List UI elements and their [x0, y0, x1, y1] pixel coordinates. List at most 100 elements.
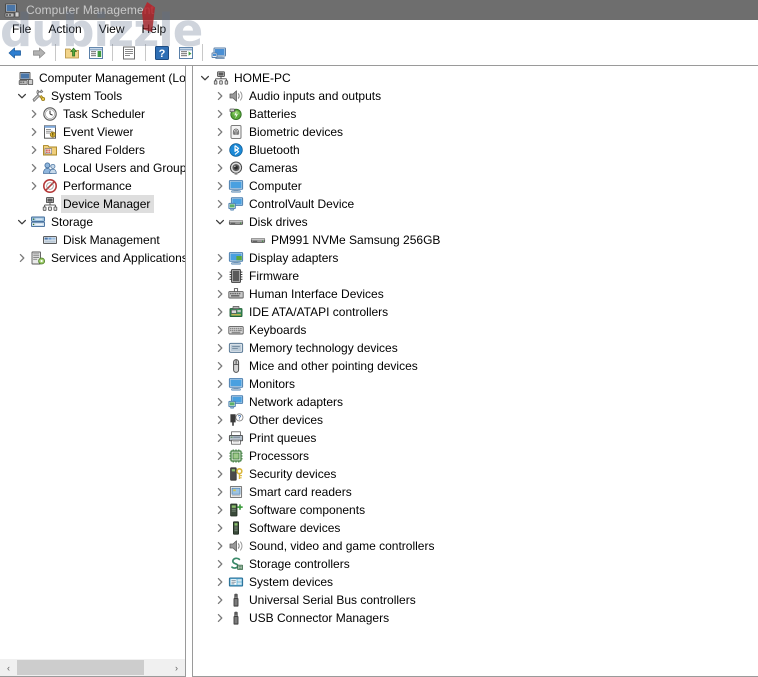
chevron-right-icon[interactable]: [212, 127, 228, 137]
chevron-down-icon[interactable]: [197, 73, 213, 83]
menu-help[interactable]: Help: [134, 21, 176, 39]
console-tree-item[interactable]: Device Manager: [0, 195, 185, 213]
chevron-right-icon[interactable]: [212, 469, 228, 479]
chevron-right-icon[interactable]: [212, 613, 228, 623]
device-tree-item[interactable]: Software components: [193, 501, 758, 519]
chevron-right-icon[interactable]: [212, 505, 228, 515]
chevron-right-icon[interactable]: [212, 523, 228, 533]
device-tree-item[interactable]: Print queues: [193, 429, 758, 447]
device-tree-item[interactable]: Firmware: [193, 267, 758, 285]
chevron-right-icon[interactable]: [212, 577, 228, 587]
device-tree-item[interactable]: Computer: [193, 177, 758, 195]
console-tree-item[interactable]: Disk Management: [0, 231, 185, 249]
console-tree-horizontal-scrollbar[interactable]: ‹ ›: [0, 658, 185, 676]
console-tree-item[interactable]: Computer Management (Local: [0, 69, 185, 87]
device-tree-item[interactable]: Human Interface Devices: [193, 285, 758, 303]
chevron-right-icon[interactable]: [212, 361, 228, 371]
chevron-right-icon[interactable]: [212, 343, 228, 353]
chevron-right-icon[interactable]: [212, 595, 228, 605]
device-tree-item[interactable]: Batteries: [193, 105, 758, 123]
device-tree-item[interactable]: Sound, video and game controllers: [193, 537, 758, 555]
scrollbar-track[interactable]: [17, 659, 168, 676]
device-tree[interactable]: HOME-PC Audio inputs and outputs Batteries…: [193, 66, 758, 627]
chevron-down-icon[interactable]: [14, 91, 30, 101]
chevron-down-icon[interactable]: [14, 217, 30, 227]
chevron-right-icon[interactable]: [212, 325, 228, 335]
chevron-right-icon[interactable]: [212, 307, 228, 317]
device-tree-item[interactable]: HOME-PC: [193, 69, 758, 87]
chevron-right-icon[interactable]: [212, 163, 228, 173]
device-tree-item[interactable]: Monitors: [193, 375, 758, 393]
device-tree-item[interactable]: Storage controllers: [193, 555, 758, 573]
device-tree-item[interactable]: Keyboards: [193, 321, 758, 339]
console-tree-item[interactable]: Services and Applications: [0, 249, 185, 267]
console-tree-item[interactable]: System Tools: [0, 87, 185, 105]
console-tree-item[interactable]: Storage: [0, 213, 185, 231]
toolbar-show-hide-tree[interactable]: [174, 42, 198, 64]
console-tree-item[interactable]: Local Users and Groups: [0, 159, 185, 177]
device-tree-item[interactable]: Smart card readers: [193, 483, 758, 501]
chevron-right-icon[interactable]: [212, 91, 228, 101]
device-tree-item[interactable]: IDE ATA/ATAPI controllers: [193, 303, 758, 321]
chevron-right-icon[interactable]: [14, 253, 30, 263]
chevron-right-icon[interactable]: [212, 559, 228, 569]
device-tree-item[interactable]: Universal Serial Bus controllers: [193, 591, 758, 609]
chevron-right-icon[interactable]: [212, 379, 228, 389]
toolbar-document[interactable]: [117, 42, 141, 64]
chevron-right-icon[interactable]: [26, 109, 42, 119]
device-tree-item[interactable]: Software devices: [193, 519, 758, 537]
chevron-right-icon[interactable]: [212, 109, 228, 119]
device-tree-item[interactable]: Audio inputs and outputs: [193, 87, 758, 105]
toolbar-back[interactable]: [3, 42, 27, 64]
chevron-down-icon[interactable]: [212, 217, 228, 227]
device-tree-item[interactable]: USB Connector Managers: [193, 609, 758, 627]
chevron-right-icon[interactable]: [212, 541, 228, 551]
chevron-right-icon[interactable]: [212, 271, 228, 281]
device-tree-item[interactable]: Display adapters: [193, 249, 758, 267]
chevron-right-icon[interactable]: [212, 181, 228, 191]
scroll-left-arrow-icon[interactable]: ‹: [0, 659, 17, 676]
toolbar-properties[interactable]: [84, 42, 108, 64]
device-tree-item[interactable]: System devices: [193, 573, 758, 591]
chevron-right-icon[interactable]: [26, 163, 42, 173]
window-titlebar[interactable]: Computer Management: [0, 0, 758, 20]
menu-action[interactable]: Action: [40, 21, 90, 39]
device-tree-item[interactable]: Security devices: [193, 465, 758, 483]
chevron-right-icon[interactable]: [212, 199, 228, 209]
device-tree-item[interactable]: Biometric devices: [193, 123, 758, 141]
chevron-right-icon[interactable]: [212, 289, 228, 299]
chevron-right-icon[interactable]: [26, 181, 42, 191]
chevron-right-icon[interactable]: [212, 415, 228, 425]
chevron-right-icon[interactable]: [212, 451, 228, 461]
toolbar-up-one-level[interactable]: [60, 42, 84, 64]
device-tree-item[interactable]: Disk drives: [193, 213, 758, 231]
device-tree-item[interactable]: Network adapters: [193, 393, 758, 411]
console-tree[interactable]: Computer Management (Local System Tools Ta…: [0, 66, 185, 658]
chevron-right-icon[interactable]: [26, 145, 42, 155]
chevron-right-icon[interactable]: [212, 253, 228, 263]
device-tree-item[interactable]: Processors: [193, 447, 758, 465]
menu-view[interactable]: View: [91, 21, 134, 39]
chevron-right-icon[interactable]: [212, 397, 228, 407]
toolbar-help[interactable]: ?: [150, 42, 174, 64]
console-tree-item[interactable]: Event Viewer: [0, 123, 185, 141]
device-tree-item[interactable]: Mice and other pointing devices: [193, 357, 758, 375]
device-tree-item[interactable]: Memory technology devices: [193, 339, 758, 357]
menu-file[interactable]: File: [4, 21, 40, 39]
console-tree-item[interactable]: Performance: [0, 177, 185, 195]
scrollbar-thumb[interactable]: [17, 660, 144, 675]
device-tree-item[interactable]: ? Other devices: [193, 411, 758, 429]
toolbar-scan-hardware-changes[interactable]: [207, 42, 231, 64]
chevron-right-icon[interactable]: [212, 433, 228, 443]
console-tree-item[interactable]: Task Scheduler: [0, 105, 185, 123]
device-tree-item[interactable]: Bluetooth: [193, 141, 758, 159]
device-tree-item[interactable]: ControlVault Device: [193, 195, 758, 213]
device-tree-item[interactable]: PM991 NVMe Samsung 256GB: [193, 231, 758, 249]
toolbar-forward[interactable]: [27, 42, 51, 64]
scroll-right-arrow-icon[interactable]: ›: [168, 659, 185, 676]
chevron-right-icon[interactable]: [26, 127, 42, 137]
chevron-right-icon[interactable]: [212, 487, 228, 497]
console-tree-item[interactable]: Shared Folders: [0, 141, 185, 159]
chevron-right-icon[interactable]: [212, 145, 228, 155]
device-tree-item[interactable]: Cameras: [193, 159, 758, 177]
